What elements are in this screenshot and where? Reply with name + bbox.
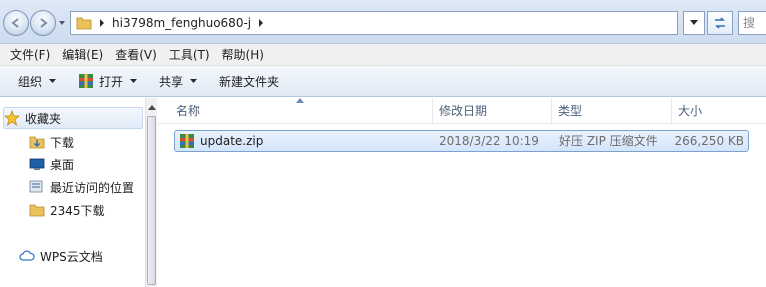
search-input[interactable]: 搜 [738, 11, 766, 35]
sidebar-item-desktop[interactable]: 桌面 [29, 153, 74, 175]
sidebar-favorites-label: 收藏夹 [25, 111, 62, 126]
address-row: hi3798m_fenghuo680-j 搜 [0, 0, 766, 44]
refresh-button[interactable] [707, 11, 733, 35]
scroll-up-icon[interactable] [148, 104, 156, 110]
arrow-left-icon [11, 18, 19, 28]
chevron-down-icon [190, 79, 198, 83]
menu-edit[interactable]: 编辑(E) [56, 45, 109, 65]
desktop-icon [29, 156, 45, 172]
menu-view[interactable]: 查看(V) [109, 45, 163, 65]
recent-places-icon [29, 179, 45, 195]
folder-icon [76, 17, 92, 30]
sidebar-cloud-label: WPS云文档 [40, 249, 103, 264]
breadcrumb-arrow-icon[interactable] [96, 17, 108, 29]
sidebar-item-label: 桌面 [50, 157, 75, 172]
column-size[interactable]: 大小 [672, 98, 750, 124]
sidebar-item-label: 下载 [50, 135, 75, 150]
menu-file[interactable]: 文件(F) [4, 45, 56, 65]
organize-button[interactable]: 组织 [10, 69, 64, 93]
sidebar-item-2345-downloads[interactable]: 2345下载 [29, 199, 105, 221]
file-name: update.zip [200, 134, 264, 148]
open-label: 打开 [99, 74, 124, 89]
folder-icon [29, 202, 45, 218]
navigation-scrollbar[interactable] [145, 98, 157, 287]
breadcrumb-segment[interactable]: hi3798m_fenghuo680-j [112, 16, 251, 30]
arrow-right-icon [40, 18, 48, 28]
column-modified[interactable]: 修改日期 [433, 98, 552, 124]
open-button[interactable]: 打开 [70, 69, 145, 93]
share-button[interactable]: 共享 [151, 69, 205, 93]
sidebar-item-label: 最近访问的位置 [50, 180, 135, 195]
cloud-icon [19, 248, 35, 264]
forward-button[interactable] [30, 10, 56, 36]
column-header-row: 名称 修改日期 类型 大小 [157, 98, 766, 124]
table-row[interactable]: update.zip 2018/3/22 10:19 好压 ZIP 压缩文件 2… [174, 130, 749, 152]
file-type: 好压 ZIP 压缩文件 [559, 134, 658, 148]
menu-help[interactable]: 帮助(H) [216, 45, 270, 65]
file-modified: 2018/3/22 10:19 [439, 134, 539, 148]
new-folder-button[interactable]: 新建文件夹 [211, 69, 287, 93]
refresh-icon [715, 17, 725, 29]
zip-archive-icon [179, 133, 195, 149]
recent-pages-dropdown-icon[interactable] [58, 19, 66, 27]
command-bar: 组织 打开 共享 新建文件夹 [0, 66, 766, 97]
star-icon [4, 110, 20, 126]
sidebar-item-favorites[interactable]: 收藏夹 [3, 107, 143, 129]
file-name-cell: update.zip [179, 131, 263, 151]
sidebar-item-recent-places[interactable]: 最近访问的位置 [29, 176, 134, 198]
file-list: 名称 修改日期 类型 大小 update.zip 2018/3/22 10:19… [157, 98, 766, 287]
organize-label: 组织 [18, 74, 43, 89]
chevron-down-icon [690, 20, 698, 25]
sidebar-item-downloads[interactable]: 下载 [29, 131, 74, 153]
scrollbar-thumb[interactable] [147, 116, 156, 285]
column-name[interactable]: 名称 [170, 98, 433, 124]
back-button[interactable] [3, 10, 29, 36]
zip-archive-icon [79, 74, 94, 88]
column-type[interactable]: 类型 [552, 98, 672, 124]
address-dropdown-button[interactable] [683, 11, 705, 35]
new-folder-label: 新建文件夹 [219, 74, 280, 89]
download-folder-icon [29, 134, 45, 150]
address-bar[interactable]: hi3798m_fenghuo680-j [70, 11, 678, 35]
menu-bar: 文件(F) 编辑(E) 查看(V) 工具(T) 帮助(H) [0, 44, 766, 66]
share-label: 共享 [159, 74, 184, 89]
chevron-down-icon [49, 79, 57, 83]
menu-tools[interactable]: 工具(T) [163, 45, 216, 65]
chevron-down-icon [130, 79, 138, 83]
sidebar-item-label: 2345下载 [50, 203, 105, 218]
sidebar-item-wps-cloud[interactable]: WPS云文档 [19, 245, 103, 267]
file-size: 266,250 KB [674, 134, 744, 148]
breadcrumb-arrow-icon[interactable] [255, 17, 267, 29]
navigation-pane: 收藏夹 下载 桌面 最近访问的位置 2345下载 WPS云文档 [0, 98, 145, 287]
